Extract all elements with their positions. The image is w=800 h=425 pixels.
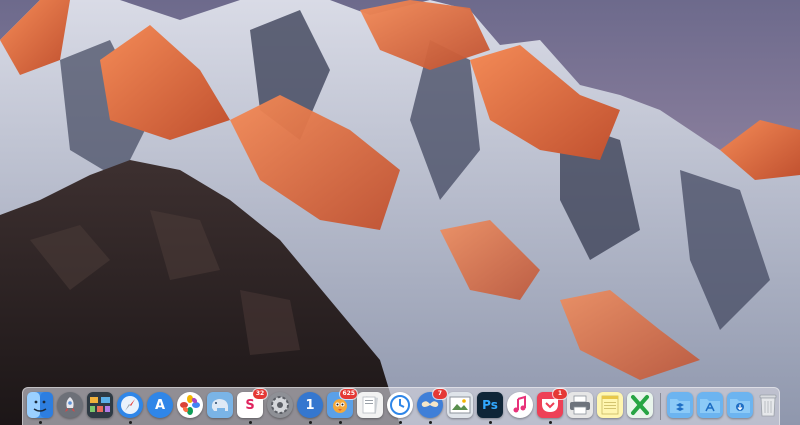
- itunes-app[interactable]: [507, 392, 533, 418]
- launchpad-app[interactable]: [57, 392, 83, 418]
- mountain-wallpaper: [0, 0, 800, 425]
- slack-icon: S: [245, 397, 255, 413]
- dock-separator: [660, 393, 661, 420]
- tweetbot-notification-badge: 625: [340, 389, 357, 399]
- safari-running-indicator: [129, 421, 132, 424]
- trash-icon: [759, 394, 777, 417]
- 1password-app[interactable]: 1: [297, 392, 323, 418]
- mustache-running-indicator: [429, 421, 432, 424]
- rocket-icon: [65, 397, 75, 412]
- applications-folder-stack[interactable]: [697, 392, 723, 418]
- photos-flower-icon: [180, 395, 200, 415]
- pocket-notification-badge: 1: [553, 389, 567, 399]
- elephant-icon: [211, 399, 228, 411]
- downloads-folder-stack[interactable]: [727, 392, 753, 418]
- pocket-running-indicator: [549, 421, 552, 424]
- gear-icon: [271, 396, 289, 414]
- finder-running-indicator: [39, 421, 42, 424]
- photoshop-icon: Ps: [482, 398, 498, 412]
- photo-frame-icon: [449, 396, 471, 414]
- safari-app[interactable]: [117, 392, 143, 418]
- slack-running-indicator: [249, 421, 252, 424]
- notes-app[interactable]: [597, 392, 623, 418]
- pocket-app[interactable]: 1: [537, 389, 567, 418]
- slack-notification-badge: 32: [253, 389, 267, 399]
- document-stack-icon: [362, 396, 379, 414]
- tweetbot-running-indicator: [339, 421, 342, 424]
- trash-stack[interactable]: [755, 392, 781, 418]
- timing-app[interactable]: [387, 392, 413, 418]
- app-store-icon: A: [154, 397, 166, 413]
- sequel-pro-app[interactable]: [207, 392, 233, 418]
- printer-icon: [570, 395, 590, 415]
- mission-control-icon: [90, 397, 110, 412]
- dropbox-folder-stack[interactable]: [667, 392, 693, 418]
- music-note-icon: [513, 395, 526, 413]
- photos-app[interactable]: [177, 392, 203, 418]
- desktop-wallpaper: [0, 0, 800, 425]
- notepad-icon: [601, 395, 619, 415]
- photoshop-app[interactable]: Ps: [477, 392, 503, 418]
- mission-control-app[interactable]: [87, 392, 113, 418]
- finder-icon: [27, 392, 53, 418]
- applications-folder-icon: [700, 399, 720, 413]
- excel-x-app[interactable]: [627, 392, 653, 418]
- tweetbot-app[interactable]: 625: [327, 389, 357, 418]
- dock: A S 32 1 625 7 Ps 1: [22, 387, 780, 425]
- app-store-app[interactable]: A: [147, 392, 173, 418]
- x-icon: [631, 395, 649, 415]
- 1password-running-indicator: [309, 421, 312, 424]
- slack-app[interactable]: S 32: [237, 389, 267, 418]
- compass-icon: [121, 396, 139, 414]
- downloads-folder-icon: [730, 399, 750, 413]
- photo-viewer-app[interactable]: [447, 392, 473, 418]
- mustache-icon: [421, 401, 439, 407]
- mustache-notification-badge: 7: [433, 389, 447, 399]
- photoshop-running-indicator: [489, 421, 492, 424]
- finder-app[interactable]: [27, 392, 53, 418]
- mustache-app[interactable]: 7: [417, 389, 447, 418]
- timing-running-indicator: [399, 421, 402, 424]
- dropbox-folder-icon: [670, 399, 690, 413]
- printer-app[interactable]: [567, 392, 593, 418]
- clock-icon: [390, 395, 410, 415]
- keyhole-icon: 1: [305, 397, 315, 413]
- preview-app[interactable]: [357, 392, 383, 418]
- system-preferences-app[interactable]: [267, 392, 293, 418]
